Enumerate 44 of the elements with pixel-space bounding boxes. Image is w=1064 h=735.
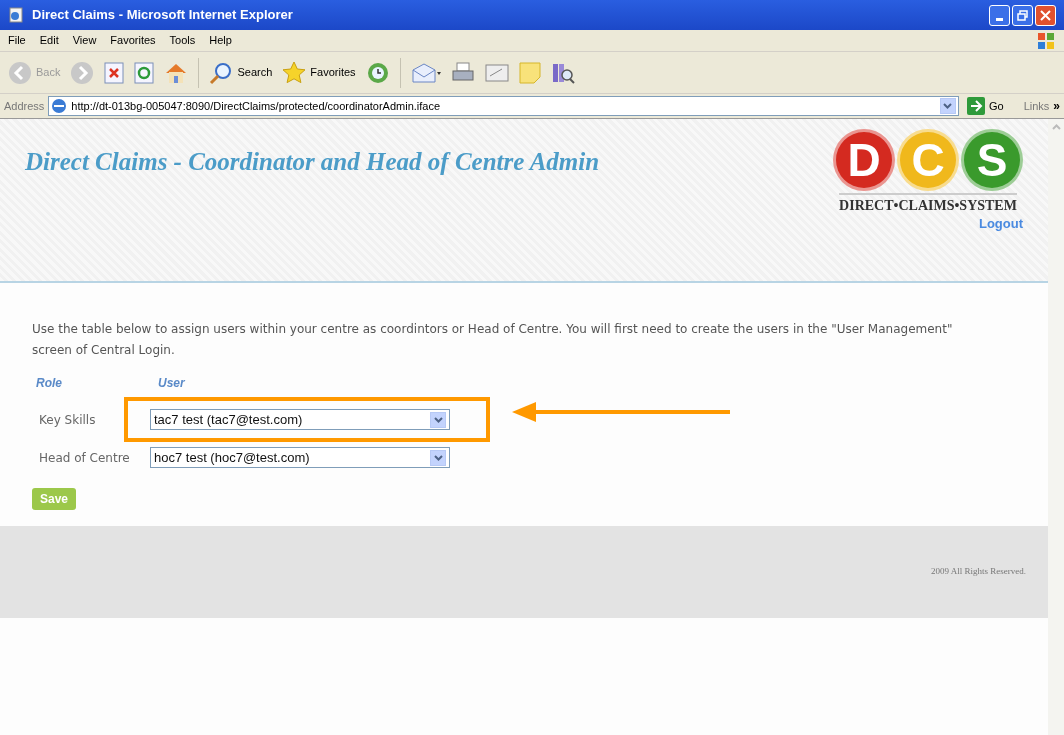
restore-button[interactable] xyxy=(1012,4,1033,26)
menu-item[interactable]: Tools xyxy=(169,32,196,49)
menu-item[interactable]: Favorites xyxy=(110,32,156,49)
scrollbar[interactable] xyxy=(1048,119,1064,735)
url-text: http://dt-013bg-005047:8090/DirectClaims/protected/coordinatorAdmin.iface xyxy=(71,98,442,114)
go-arrow-icon xyxy=(966,97,985,115)
mail-icon[interactable] xyxy=(410,61,441,84)
printer-icon[interactable] xyxy=(450,61,475,84)
column-header: Role xyxy=(35,375,63,392)
dropdown-caret-icon[interactable] xyxy=(939,98,956,114)
close-icon xyxy=(1040,9,1051,21)
stop-icon[interactable] xyxy=(104,61,125,84)
search-button[interactable]: Search xyxy=(209,60,273,85)
address-label: Address xyxy=(4,98,45,114)
dropdown-caret-icon[interactable] xyxy=(430,411,446,428)
menu-item[interactable]: File xyxy=(8,32,26,49)
copyright-text: 2009 All Rights Reserved. xyxy=(931,565,1026,579)
refresh-icon[interactable] xyxy=(134,61,155,84)
windows-flag-icon xyxy=(1036,31,1056,50)
restore-icon xyxy=(1017,9,1028,21)
research-icon[interactable] xyxy=(550,61,575,84)
menu-item[interactable]: View xyxy=(72,32,97,49)
close-button[interactable] xyxy=(1035,4,1056,26)
links-label[interactable]: Links xyxy=(1023,97,1050,115)
intro-text: Use the table below to assign users within your centre as coordintors or Head of Centre. You will first need to create the users in the "User Management" screen of Central Login. xyxy=(32,321,954,359)
user-dropdown[interactable]: tac7 test (tac7@test.com) xyxy=(150,409,450,430)
menu-item[interactable]: Help xyxy=(209,32,232,49)
address-field[interactable]: http://dt-013bg-005047:8090/DirectClaims/protected/coordinatorAdmin.iface xyxy=(48,96,959,116)
role-label: Head of Centre xyxy=(38,449,131,467)
go-button[interactable]: Go xyxy=(962,97,1008,115)
window-title: Direct Claims - Microsoft Internet Explorer xyxy=(32,6,294,25)
dropdown-caret-icon[interactable] xyxy=(430,449,446,466)
page-title: Direct Claims - Coordinator and Head of Centre Admin xyxy=(25,147,600,177)
search-icon xyxy=(209,60,234,85)
minimize-button[interactable] xyxy=(989,4,1010,26)
logo-caption: DIRECT•CLAIMS•SYSTEM xyxy=(839,193,1017,216)
menu-item[interactable]: Edit xyxy=(39,32,59,49)
role-label: Key Skills xyxy=(38,411,97,429)
column-header: User xyxy=(157,375,186,392)
favorites-button[interactable]: Favorites xyxy=(282,60,356,85)
user-dropdown[interactable]: hoc7 test (hoc7@test.com) xyxy=(150,447,450,468)
more-chevron[interactable]: » xyxy=(1053,97,1060,115)
history-icon[interactable] xyxy=(365,60,390,85)
star-icon xyxy=(282,60,307,85)
